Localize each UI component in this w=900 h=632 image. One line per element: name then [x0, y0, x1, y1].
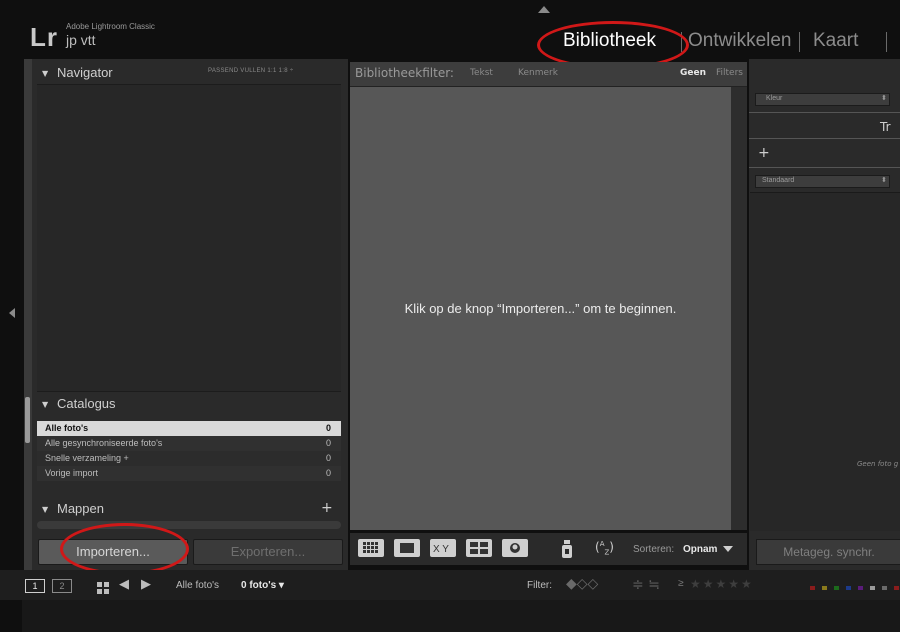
metadata-preset-select[interactable]: Standaard ⬍ [755, 175, 890, 188]
catalog-row-label: Alle gesynchroniseerde foto's [45, 438, 163, 448]
module-separator [886, 32, 887, 52]
left-panel-scroll-thumb[interactable] [25, 397, 30, 443]
edit-filter-icon[interactable]: ≑ ≒ [632, 577, 660, 593]
folders-title[interactable]: Mappen [57, 501, 104, 516]
no-photo-message: Geen foto g [857, 460, 899, 468]
filter-text-tab[interactable]: Tekst [470, 68, 493, 78]
svg-text:X Y: X Y [433, 544, 449, 555]
sync-metadata-button[interactable]: Metageg. synchr. [756, 539, 900, 565]
main-screen-button[interactable]: 1 [25, 579, 45, 593]
highlight-circle-import [60, 523, 189, 575]
catalog-name: jp vtt [66, 32, 96, 48]
rating-stars-filter[interactable]: ★★★★★ [690, 577, 754, 591]
collapse-triangle-icon[interactable]: ▼ [42, 400, 48, 409]
library-filter-bar: Bibliotheekfilter: Tekst Kenmerk Geen Fi… [350, 62, 747, 87]
filmstrip-count[interactable]: 0 foto's ▾ [241, 580, 284, 591]
rating-operator[interactable]: ≥ [678, 578, 684, 589]
painter-spray-icon[interactable] [560, 538, 574, 564]
filter-label: Filter: [527, 580, 552, 591]
color-label-filter[interactable] [808, 578, 900, 597]
toolbar-menu-icon[interactable] [723, 546, 733, 552]
sort-label: Sorteren: [633, 544, 675, 555]
catalog-row-previous-import[interactable]: Vorige import 0 [37, 466, 341, 481]
catalog-row-count: 0 [325, 438, 331, 448]
sort-value[interactable]: Opnam [683, 544, 717, 555]
catalog-row-count: 0 [325, 423, 331, 433]
catalog-row-label: Alle foto's [45, 423, 89, 433]
catalog-row-label: Vorige import [45, 468, 99, 478]
catalog-row-all-photos[interactable]: Alle foto's 0 [37, 421, 341, 436]
survey-view-icon[interactable] [466, 539, 492, 557]
compare-view-icon[interactable]: X Y [430, 539, 456, 557]
module-develop[interactable]: Ontwikkelen [688, 30, 792, 52]
loupe-view-icon[interactable] [394, 539, 420, 557]
app-name: Adobe Lightroom Classic [66, 22, 155, 31]
grid-icon[interactable] [97, 579, 111, 598]
filter-bar-label: Bibliotheekfilter: [355, 66, 454, 80]
catalog-row-synced[interactable]: Alle gesynchroniseerde foto's 0 [37, 436, 341, 451]
filmstrip-source[interactable]: Alle foto's [176, 580, 219, 591]
empty-catalog-message: Klik op de knop “Importeren...” om te be… [404, 301, 677, 316]
filter-none-tab[interactable]: Geen [680, 68, 706, 78]
filter-presets[interactable]: Filters [716, 68, 743, 78]
grid-view-icon[interactable] [358, 539, 384, 557]
second-screen-button[interactable]: 2 [52, 579, 72, 593]
catalog-row-count: 0 [325, 468, 331, 478]
grid-scrollbar[interactable] [731, 87, 747, 530]
catalog-row-count: 0 [325, 453, 331, 463]
lightroom-logo: Lr [30, 22, 58, 52]
catalog-title[interactable]: Catalogus [57, 396, 116, 411]
flag-filter-icon[interactable]: ◆◇◇ [566, 576, 598, 592]
filter-attribute-tab[interactable]: Kenmerk [518, 68, 558, 78]
add-preset-icon[interactable]: + [758, 145, 770, 161]
add-folder-icon[interactable]: + [321, 500, 333, 516]
collapse-top-panel-icon[interactable] [538, 6, 550, 13]
collapse-triangle-icon[interactable]: ▼ [42, 505, 48, 514]
expand-left-panel-icon[interactable] [9, 308, 15, 318]
divider [749, 138, 900, 139]
people-view-icon[interactable] [502, 539, 528, 557]
divider [749, 112, 900, 113]
module-separator [799, 32, 800, 52]
left-panel-scrollbar[interactable] [24, 59, 32, 570]
back-arrow-icon[interactable]: ◀ [119, 577, 129, 592]
collapse-triangle-icon[interactable]: ▼ [42, 69, 48, 78]
navigator-title[interactable]: Navigator [57, 65, 113, 80]
module-map[interactable]: Kaart [813, 30, 858, 52]
right-panel-header[interactable]: Tr [880, 120, 891, 134]
color-select-label: Kleur [766, 95, 783, 102]
color-label-select[interactable]: Kleur ⬍ [755, 93, 890, 106]
filmstrip [22, 600, 900, 632]
catalog-row-quick-collection[interactable]: Snelle verzameling + 0 [37, 451, 341, 466]
metadata-area [750, 192, 900, 531]
forward-arrow-icon[interactable]: ▶ [141, 577, 151, 592]
filmstrip-toolbar [0, 570, 900, 600]
divider [749, 167, 900, 168]
navigator-preview [37, 84, 341, 392]
catalog-row-label: Snelle verzameling + [45, 453, 129, 463]
navigator-zoom-options[interactable]: PASSEND VULLEN 1:1 1:8 ÷ [208, 68, 293, 74]
sort-direction-icon[interactable]: (AZ) [595, 540, 614, 556]
preset-select-label: Standaard [762, 177, 795, 184]
folders-scroll-area [37, 521, 341, 529]
export-button[interactable]: Exporteren... [193, 539, 343, 565]
